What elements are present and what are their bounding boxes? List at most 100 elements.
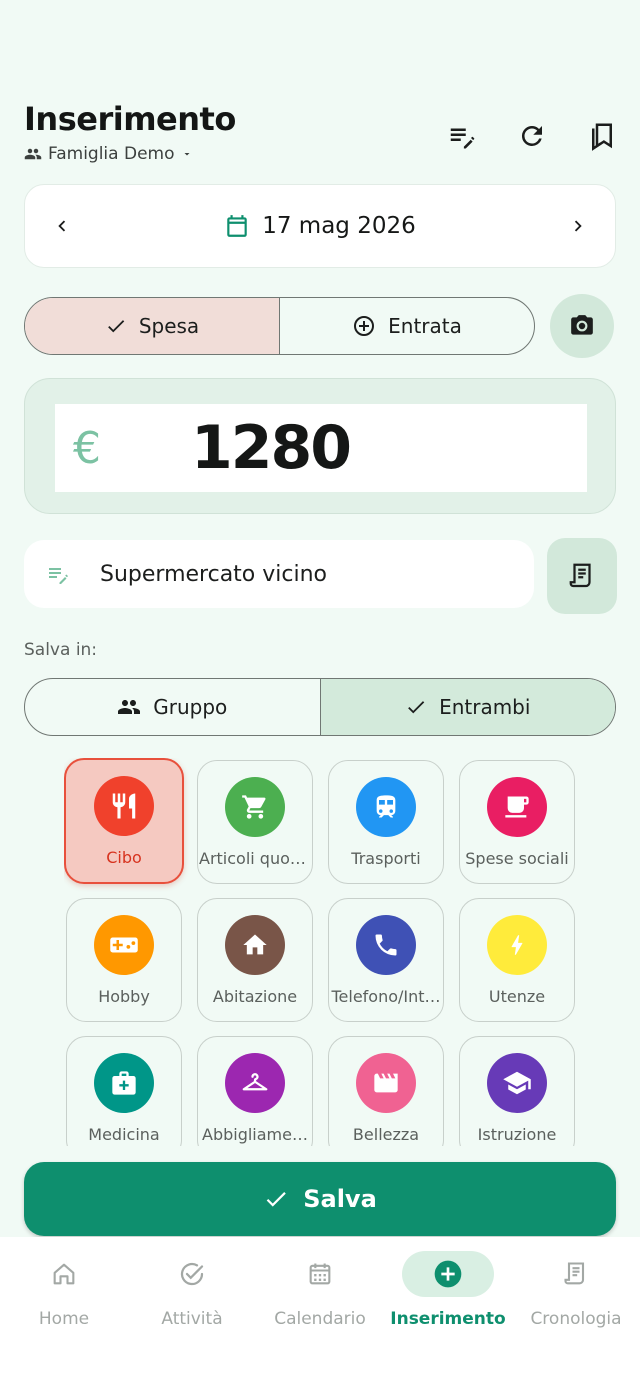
- note-value: Supermercato vicino: [100, 561, 327, 587]
- phone-icon: [372, 931, 400, 959]
- category-label: Spese sociali: [465, 849, 569, 868]
- category-item[interactable]: Abitazione: [197, 898, 313, 1022]
- category-item[interactable]: Trasporti: [328, 760, 444, 884]
- expense-label: Spesa: [138, 314, 200, 338]
- category-icon-bg: [225, 777, 285, 837]
- nav-icon-container: [274, 1251, 366, 1297]
- nav-item-calendar[interactable]: Calendario: [256, 1251, 384, 1329]
- save-button[interactable]: Salva: [24, 1162, 616, 1236]
- hanger-icon: [240, 1068, 270, 1098]
- people-icon: [117, 695, 141, 719]
- category-label: Abbigliame…: [202, 1125, 308, 1144]
- category-icon-bg: [94, 1053, 154, 1113]
- nav-item-home[interactable]: Home: [0, 1251, 128, 1329]
- nav-item-entry[interactable]: Inserimento: [384, 1251, 512, 1329]
- nav-label: Cronologia: [530, 1309, 622, 1329]
- nav-label: Home: [38, 1309, 90, 1329]
- category-icon-bg: [487, 777, 547, 837]
- train-icon: [372, 793, 400, 821]
- income-option[interactable]: Entrata: [280, 298, 534, 354]
- category-grid: Cibo Articoli quot… Trasporti Spese soci…: [64, 758, 584, 1148]
- category-item[interactable]: Bellezza: [328, 1036, 444, 1148]
- header: Inserimento Famiglia Demo: [24, 100, 624, 170]
- bolt-icon: [504, 932, 530, 958]
- home-icon: [50, 1260, 78, 1288]
- category-item[interactable]: Spese sociali: [459, 760, 575, 884]
- group-selector[interactable]: Famiglia Demo: [24, 144, 193, 164]
- amount-card: € 1280: [24, 378, 616, 514]
- category-label: Medicina: [88, 1125, 160, 1144]
- calendar-icon: [306, 1260, 334, 1288]
- group-option-label: Gruppo: [153, 695, 228, 719]
- graduation-cap-icon: [502, 1068, 532, 1098]
- currency-symbol: €: [73, 422, 101, 474]
- nav-icon-container: [18, 1251, 110, 1297]
- category-icon-bg: [356, 915, 416, 975]
- category-label: Bellezza: [352, 1125, 420, 1144]
- nav-label: Attività: [161, 1309, 223, 1329]
- category-item[interactable]: Telefono/Int…: [328, 898, 444, 1022]
- group-name: Famiglia Demo: [48, 144, 175, 164]
- edit-list-button[interactable]: [440, 114, 484, 158]
- restaurant-icon: [109, 791, 139, 821]
- add-circle-outline-icon: [352, 314, 376, 338]
- nav-icon-container: [402, 1251, 494, 1297]
- category-icon-bg: [487, 915, 547, 975]
- category-icon-bg: [356, 777, 416, 837]
- receipt-button[interactable]: [547, 538, 617, 614]
- next-date-button[interactable]: [567, 215, 589, 237]
- category-icon-bg: [487, 1053, 547, 1113]
- category-item[interactable]: Hobby: [66, 898, 182, 1022]
- save-button-label: Salva: [303, 1185, 377, 1213]
- expense-option[interactable]: Spesa: [25, 298, 280, 354]
- check-icon: [263, 1186, 289, 1212]
- save-in-label: Salva in:: [24, 640, 98, 660]
- people-icon: [24, 145, 42, 163]
- nav-label: Inserimento: [390, 1309, 506, 1329]
- nav-item-history[interactable]: Cronologia: [512, 1251, 640, 1329]
- category-item[interactable]: Utenze: [459, 898, 575, 1022]
- check-circle-icon: [177, 1259, 207, 1289]
- camera-icon: [569, 313, 595, 339]
- nav-icon-container: [146, 1251, 238, 1297]
- category-item[interactable]: Istruzione: [459, 1036, 575, 1148]
- amount-input[interactable]: € 1280: [55, 404, 587, 492]
- check-icon: [405, 696, 427, 718]
- coffee-icon: [503, 793, 531, 821]
- category-label: Articoli quot…: [199, 849, 311, 868]
- previous-date-button[interactable]: [51, 215, 73, 237]
- both-option-label: Entrambi: [439, 695, 531, 719]
- category-label: Hobby: [98, 987, 150, 1006]
- dropdown-arrow-icon: [181, 148, 193, 160]
- category-label: Istruzione: [477, 1125, 557, 1144]
- note-edit-icon: [46, 562, 70, 586]
- note-input[interactable]: Supermercato vicino: [24, 540, 534, 608]
- check-icon: [105, 315, 127, 337]
- receipt-icon: [567, 561, 597, 591]
- date-picker[interactable]: 17 mag 2026: [224, 213, 416, 239]
- group-option[interactable]: Gruppo: [25, 679, 320, 735]
- category-icon-bg: [94, 915, 154, 975]
- category-item[interactable]: Articoli quot…: [197, 760, 313, 884]
- category-label: Utenze: [488, 987, 546, 1006]
- nav-item-activities[interactable]: Attività: [128, 1251, 256, 1329]
- category-icon-bg: [225, 915, 285, 975]
- income-label: Entrata: [388, 314, 462, 338]
- camera-button[interactable]: [550, 294, 614, 358]
- refresh-button[interactable]: [510, 114, 554, 158]
- add-circle-icon: [432, 1258, 464, 1290]
- bookmarks-button[interactable]: [580, 114, 624, 158]
- category-label: Cibo: [106, 848, 142, 867]
- bottom-navigation: Home Attività Calendario Inserimento Cro…: [0, 1237, 640, 1391]
- category-icon-bg: [94, 776, 154, 836]
- calendar-icon: [224, 213, 250, 239]
- save-in-toggle: Gruppo Entrambi: [24, 678, 616, 736]
- category-item[interactable]: Abbigliame…: [197, 1036, 313, 1148]
- category-item[interactable]: Medicina: [66, 1036, 182, 1148]
- category-item[interactable]: Cibo: [64, 758, 184, 884]
- both-option[interactable]: Entrambi: [319, 679, 615, 735]
- receipt-icon: [562, 1260, 590, 1288]
- bookmarks-icon: [587, 121, 617, 151]
- transaction-type-toggle: Spesa Entrata: [24, 297, 535, 355]
- refresh-icon: [517, 121, 547, 151]
